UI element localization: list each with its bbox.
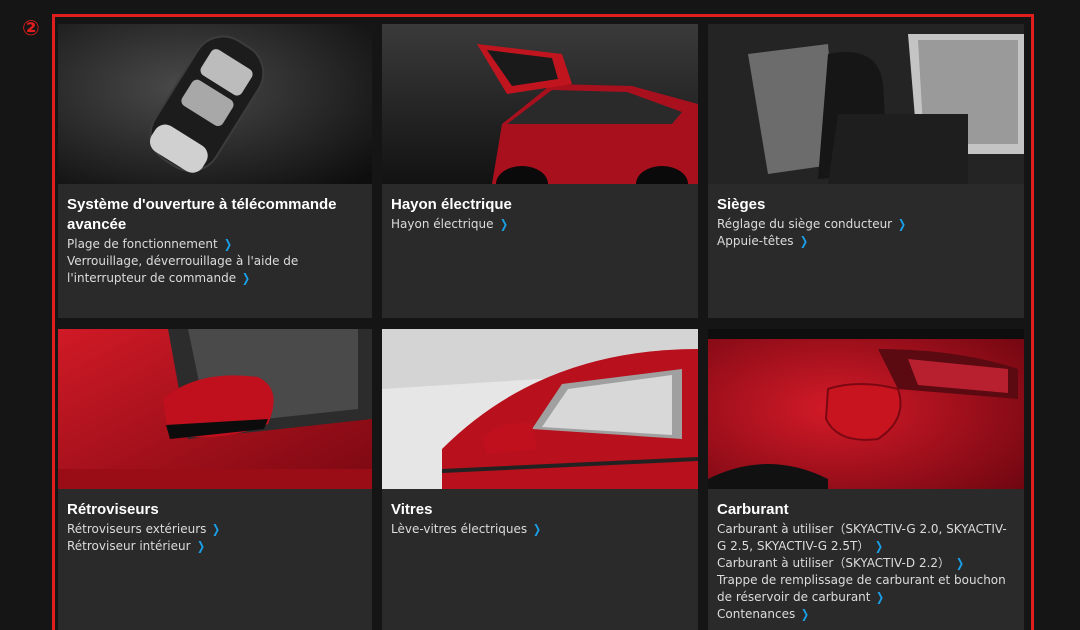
link-power-windows[interactable]: Lève-vitres électriques ❯ bbox=[391, 521, 689, 538]
card-power-liftgate: Hayon électrique Hayon électrique ❯ bbox=[382, 24, 698, 318]
link-label: Carburant à utiliser（SKYACTIV-G 2.0, SKY… bbox=[717, 522, 1007, 553]
link-lock-unlock-switch[interactable]: Verrouillage, déverrouillage à l'aide de… bbox=[67, 253, 363, 287]
card-title: Rétroviseurs bbox=[67, 501, 159, 518]
chevron-right-icon: ❯ bbox=[196, 539, 205, 553]
link-label: Contenances bbox=[717, 607, 796, 621]
card-seats: Sièges Réglage du siège conducteur ❯ Appu… bbox=[708, 24, 1024, 318]
callout-number: ② bbox=[22, 16, 40, 40]
chevron-right-icon: ❯ bbox=[212, 522, 221, 536]
link-label: Carburant à utiliser（SKYACTIV-D 2.2） bbox=[717, 556, 951, 570]
link-label: Plage de fonctionnement bbox=[67, 237, 218, 251]
card-windows: Vitres Lève-vitres électriques ❯ bbox=[382, 329, 698, 630]
link-capacities[interactable]: Contenances ❯ bbox=[717, 606, 1015, 623]
link-label: Hayon électrique bbox=[391, 217, 494, 231]
card-title: Vitres bbox=[391, 501, 433, 518]
liftgate-image[interactable] bbox=[382, 24, 698, 184]
chevron-right-icon: ❯ bbox=[801, 607, 810, 621]
chevron-right-icon: ❯ bbox=[898, 217, 907, 231]
fuel-door-image[interactable] bbox=[708, 329, 1024, 489]
key-fob-image[interactable] bbox=[58, 24, 372, 184]
card-title: Système d'ouverture à télécommande avanc… bbox=[67, 196, 337, 233]
link-label: Rétroviseur intérieur bbox=[67, 539, 191, 553]
mirror-image[interactable] bbox=[58, 329, 372, 489]
chevron-right-icon: ❯ bbox=[876, 590, 885, 604]
link-fuel-diesel[interactable]: Carburant à utiliser（SKYACTIV-D 2.2） ❯ bbox=[717, 555, 1015, 572]
card-title: Carburant bbox=[717, 501, 789, 518]
link-label: Lève-vitres électriques bbox=[391, 522, 528, 536]
chevron-right-icon: ❯ bbox=[242, 271, 251, 285]
link-interior-mirror[interactable]: Rétroviseur intérieur ❯ bbox=[67, 538, 363, 555]
chevron-right-icon: ❯ bbox=[799, 234, 808, 248]
chevron-right-icon: ❯ bbox=[956, 556, 965, 570]
link-operating-range[interactable]: Plage de fonctionnement ❯ bbox=[67, 236, 363, 253]
link-exterior-mirrors[interactable]: Rétroviseurs extérieurs ❯ bbox=[67, 521, 363, 538]
link-headrests[interactable]: Appuie-têtes ❯ bbox=[717, 233, 1015, 250]
link-label: Appuie-têtes bbox=[717, 234, 794, 248]
link-driver-seat-adjustment[interactable]: Réglage du siège conducteur ❯ bbox=[717, 216, 1015, 233]
chevron-right-icon: ❯ bbox=[499, 217, 508, 231]
link-label: Verrouillage, déverrouillage à l'aide de… bbox=[67, 254, 299, 285]
card-title: Sièges bbox=[717, 196, 766, 213]
card-remote-keyless: Système d'ouverture à télécommande avanc… bbox=[58, 24, 372, 318]
feature-grid: Système d'ouverture à télécommande avanc… bbox=[58, 24, 1024, 630]
card-title: Hayon électrique bbox=[391, 196, 512, 213]
card-fuel: Carburant Carburant à utiliser（SKYACTIV-… bbox=[708, 329, 1024, 630]
link-label: Trappe de remplissage de carburant et bo… bbox=[717, 573, 1006, 604]
card-mirrors: Rétroviseurs Rétroviseurs extérieurs ❯ Ré… bbox=[58, 329, 372, 630]
link-power-liftgate[interactable]: Hayon électrique ❯ bbox=[391, 216, 689, 233]
link-fuel-filler-door[interactable]: Trappe de remplissage de carburant et bo… bbox=[717, 572, 1015, 606]
link-label: Réglage du siège conducteur bbox=[717, 217, 893, 231]
window-image[interactable] bbox=[382, 329, 698, 489]
link-label: Rétroviseurs extérieurs bbox=[67, 522, 207, 536]
seat-image[interactable] bbox=[708, 24, 1024, 184]
link-fuel-gasoline[interactable]: Carburant à utiliser（SKYACTIV-G 2.0, SKY… bbox=[717, 521, 1015, 555]
chevron-right-icon: ❯ bbox=[533, 522, 542, 536]
chevron-right-icon: ❯ bbox=[223, 237, 232, 251]
chevron-right-icon: ❯ bbox=[875, 539, 884, 553]
